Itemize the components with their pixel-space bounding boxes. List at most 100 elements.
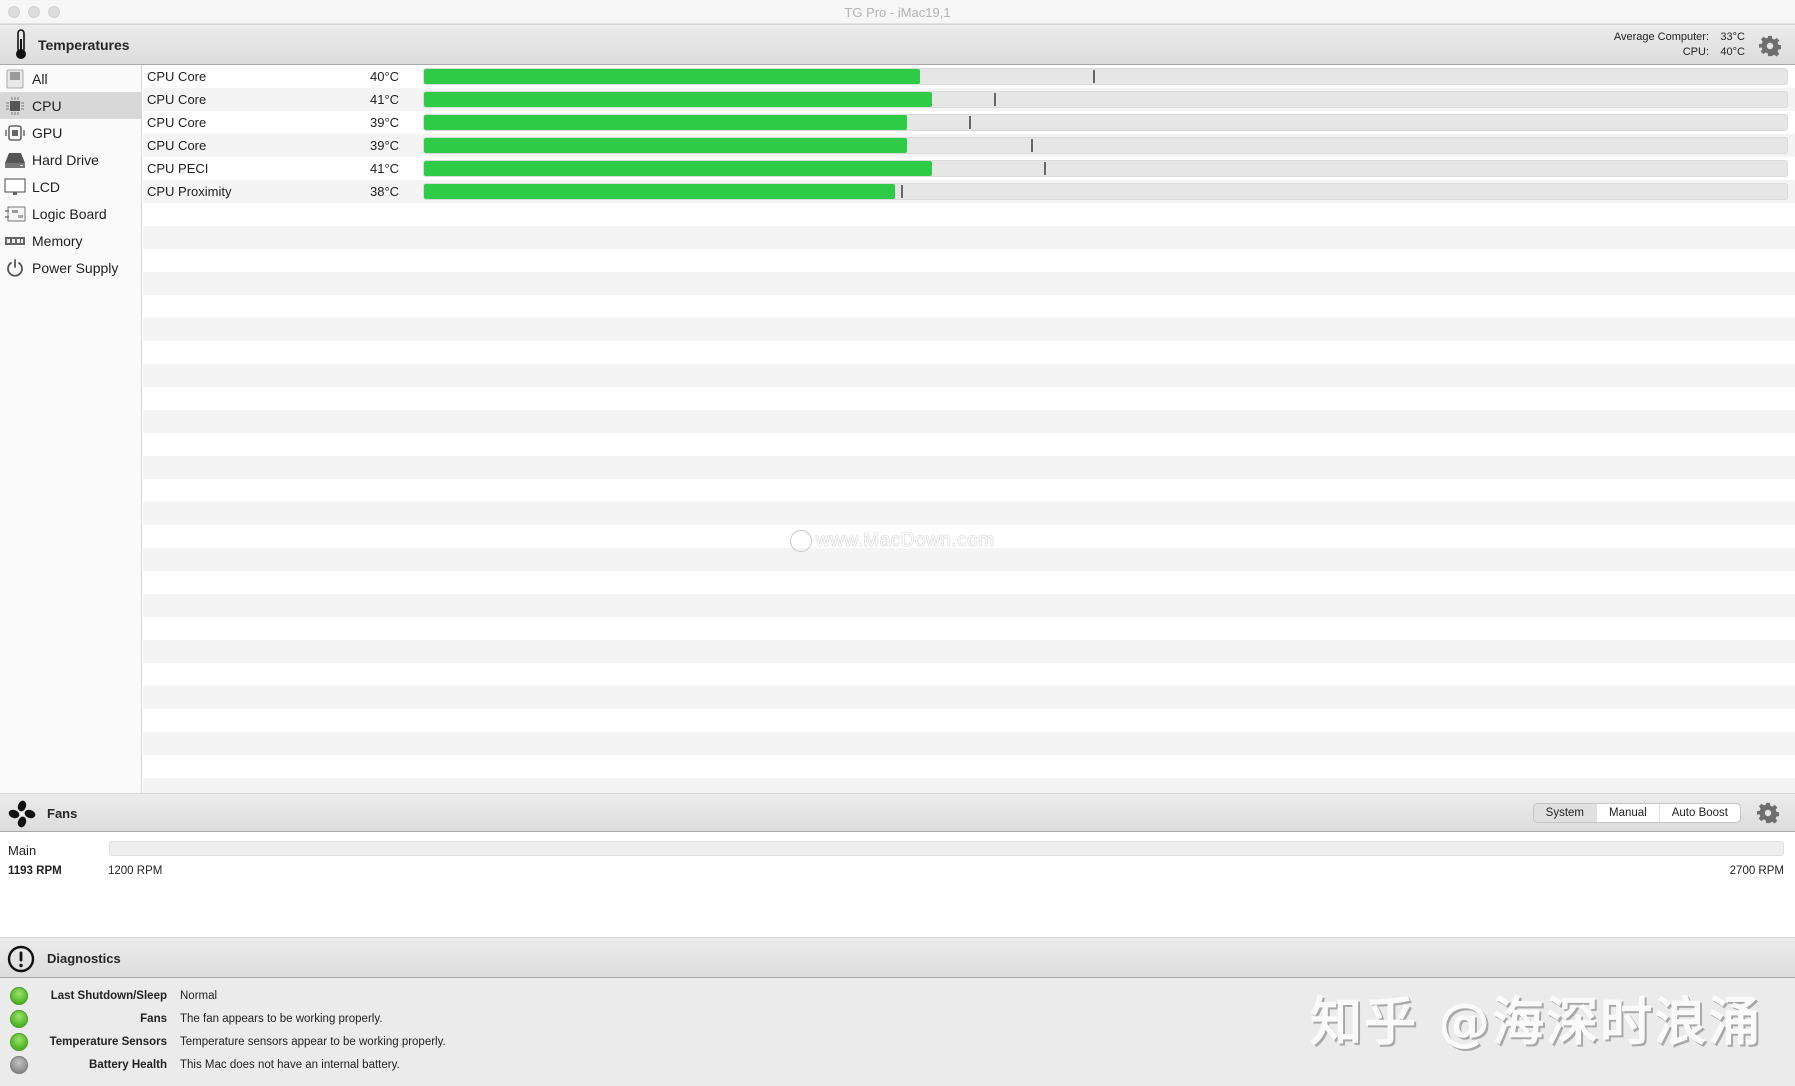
diagnostic-label: Battery Health (89, 1059, 167, 1071)
sensor-temp: 41°C (370, 92, 400, 107)
table-row-stripe (143, 755, 1795, 778)
sensor-bar-fill (424, 161, 932, 176)
sensor-max-tick (994, 93, 996, 106)
sensor-row[interactable]: CPU Proximity 38°C (143, 180, 1795, 203)
watermark-text: www.MacDown.com (816, 530, 995, 551)
sensor-name: CPU Core (147, 115, 207, 130)
sensor-row[interactable]: CPU Core 39°C (143, 134, 1795, 157)
power-icon (4, 258, 26, 278)
fans-header: Fans System Manual Auto Boost (0, 793, 1795, 832)
sensor-temp: 39°C (370, 138, 400, 153)
sidebar-item-label: CPU (32, 97, 62, 114)
sensor-row[interactable]: CPU Core 39°C (143, 111, 1795, 134)
table-row-stripe (143, 272, 1795, 295)
diagnostic-row: Temperature Sensors Temperature sensors … (0, 1031, 900, 1054)
sensor-row[interactable]: CPU Core 41°C (143, 88, 1795, 111)
table-row-stripe (143, 203, 1795, 226)
temperature-sensor-table: CPU Core 40°C CPU Core 41°C CPU Core 39°… (143, 65, 1795, 793)
table-row-stripe (143, 479, 1795, 502)
thermometer-icon (16, 29, 26, 59)
sidebar-item-lcd[interactable]: LCD (0, 173, 141, 200)
sensor-bar (423, 68, 1788, 85)
fan-mode-auto-boost[interactable]: Auto Boost (1660, 804, 1740, 822)
sensor-name: CPU Core (147, 92, 207, 107)
temperature-settings-gear-icon[interactable] (1759, 35, 1781, 57)
sidebar-item-label: LCD (32, 178, 61, 195)
fan-min-rpm: 1200 RPM (108, 865, 163, 877)
sidebar-item-memory[interactable]: Memory (0, 227, 141, 254)
table-row-stripe (143, 709, 1795, 732)
zhihu-watermark: 知乎 @海深时浪涌 (1310, 993, 1763, 1053)
sensor-bar-fill (424, 92, 932, 107)
sensor-bar-fill (424, 115, 907, 130)
sidebar-item-cpu[interactable]: CPU (0, 92, 141, 119)
table-row-stripe (143, 594, 1795, 617)
summary-label: Average Computer: (1613, 31, 1709, 43)
status-unavailable-icon (10, 1056, 28, 1074)
monitor-icon (4, 177, 26, 197)
fan-mode-manual[interactable]: Manual (1597, 804, 1660, 822)
sensor-max-tick (1044, 162, 1046, 175)
table-row-stripe (143, 778, 1795, 793)
sensor-name: CPU PECI (147, 161, 209, 176)
sidebar-item-label: GPU (32, 124, 63, 141)
sensor-row[interactable]: CPU PECI 41°C (143, 157, 1795, 180)
status-ok-icon (10, 1033, 28, 1051)
sensor-bar (423, 137, 1788, 154)
sensor-temp: 40°C (370, 69, 400, 84)
temperatures-header: Temperatures Average Computer: 33°C CPU: 4… (0, 24, 1795, 65)
sidebar-item-all[interactable]: All (0, 65, 141, 92)
alert-icon (7, 945, 35, 973)
sidebar-item-label: All (32, 70, 48, 87)
sensor-bar (423, 160, 1788, 177)
sidebar-item-logic-board[interactable]: Logic Board (0, 200, 141, 227)
sensor-category-sidebar: All CPU GPU Hard Drive LCD Logic Board M… (0, 65, 142, 793)
diagnostic-value: The fan appears to be working properly. (180, 1013, 383, 1025)
cpu-chip-icon (4, 96, 26, 116)
temperatures-title: Temperatures (38, 37, 130, 53)
diagnostics-header: Diagnostics (0, 937, 1795, 978)
table-row-stripe (143, 663, 1795, 686)
sidebar-item-hard-drive[interactable]: Hard Drive (0, 146, 141, 173)
sensor-temp: 41°C (370, 161, 400, 176)
sidebar-item-gpu[interactable]: GPU (0, 119, 141, 146)
macdown-watermark: www.MacDown.com (790, 530, 995, 552)
memory-icon (4, 231, 26, 251)
sidebar-item-label: Power Supply (32, 259, 119, 276)
temperature-summary: Average Computer: 33°C CPU: 40°C (1614, 30, 1745, 60)
summary-label: CPU: (1682, 46, 1709, 58)
fan-current-rpm: 1193 RPM (8, 865, 62, 877)
sensor-name: CPU Proximity (147, 184, 232, 199)
fans-title: Fans (47, 806, 78, 821)
diagnostic-row: Fans The fan appears to be working prope… (0, 1008, 900, 1031)
status-ok-icon (10, 1010, 28, 1028)
table-row-stripe (143, 617, 1795, 640)
fan-mode-system[interactable]: System (1533, 804, 1598, 822)
table-row-stripe (143, 341, 1795, 364)
table-row-stripe (143, 387, 1795, 410)
diagnostic-label: Temperature Sensors (49, 1036, 167, 1048)
diagnostic-label: Fans (140, 1013, 167, 1025)
gpu-icon (4, 123, 26, 143)
sensor-bar-fill (424, 184, 895, 199)
macdown-logo-icon (790, 530, 812, 552)
fan-speed-bar[interactable] (109, 841, 1784, 856)
sensor-max-tick (969, 116, 971, 129)
computer-icon (4, 69, 26, 89)
sensor-name: CPU Core (147, 69, 207, 84)
sensor-name: CPU Core (147, 138, 207, 153)
table-row-stripe (143, 249, 1795, 272)
table-row-stripe (143, 456, 1795, 479)
fan-settings-gear-icon[interactable] (1757, 802, 1779, 824)
sidebar-item-label: Hard Drive (32, 151, 99, 168)
logic-board-icon (4, 204, 26, 224)
table-row-stripe (143, 571, 1795, 594)
table-row-stripe (143, 502, 1795, 525)
sensor-row[interactable]: CPU Core 40°C (143, 65, 1795, 88)
sensor-bar-fill (424, 69, 920, 84)
table-row-stripe (143, 318, 1795, 341)
sensor-temp: 38°C (370, 184, 400, 199)
sidebar-item-power-supply[interactable]: Power Supply (0, 254, 141, 281)
sensor-temp: 39°C (370, 115, 400, 130)
fans-panel: Main 1193 RPM 1200 RPM 2700 RPM (0, 832, 1795, 937)
